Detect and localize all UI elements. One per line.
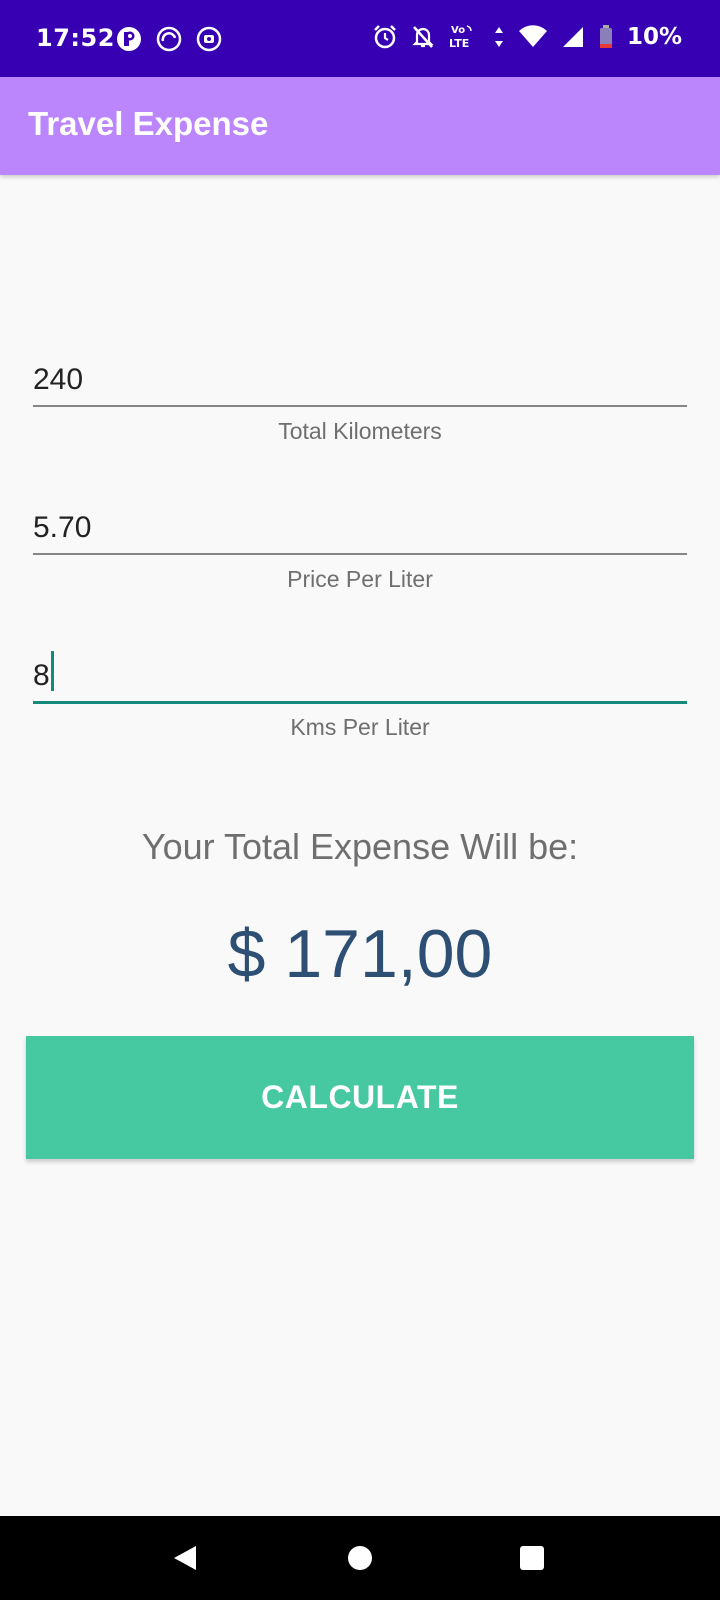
price-per-liter-field[interactable]: 5.70: [33, 503, 687, 555]
volte-label-top: Vo: [451, 25, 465, 36]
text-cursor: [50, 651, 54, 691]
battery-percent: 10%: [626, 24, 682, 50]
back-button[interactable]: [171, 1544, 199, 1572]
alarm-icon: [374, 25, 396, 49]
back-icon: [174, 1546, 196, 1570]
recents-icon: [520, 1546, 544, 1570]
sync-icon: [156, 26, 182, 52]
total-kilometers-field[interactable]: 240: [33, 355, 687, 407]
recents-button[interactable]: [518, 1544, 546, 1572]
navigation-bar: [0, 1516, 720, 1600]
volte-icon: Vo LTE: [449, 25, 472, 50]
wifi-icon: [518, 25, 547, 47]
kms-per-liter-input[interactable]: 8: [33, 651, 687, 704]
signal-icon: [562, 27, 583, 47]
status-time: 17:52: [36, 24, 115, 52]
battery-icon: [599, 25, 612, 48]
volte-label-bottom: LTE: [449, 37, 469, 50]
calculate-button[interactable]: CALCULATE: [26, 1036, 694, 1159]
bell-off-icon: [412, 26, 434, 48]
record-icon: [196, 26, 222, 52]
status-bar: 17:52 Vo LTE 10%: [0, 0, 720, 77]
kms-per-liter-field[interactable]: 8: [33, 651, 687, 704]
home-button[interactable]: [346, 1544, 374, 1572]
expense-heading: Your Total Expense Will be:: [141, 826, 579, 867]
app-bar: Travel Expense: [0, 77, 720, 175]
status-notification-icons: [116, 26, 222, 52]
expense-value: $ 171,00: [227, 916, 493, 992]
app-notification-icon: [117, 27, 141, 51]
total-kilometers-input[interactable]: 240: [33, 355, 687, 407]
total-kilometers-label: Total Kilometers: [278, 418, 442, 444]
price-per-liter-label: Price Per Liter: [287, 566, 433, 592]
kms-per-liter-label: Kms Per Liter: [290, 714, 430, 740]
home-icon: [348, 1546, 372, 1570]
status-system-icons: Vo LTE 10%: [373, 22, 682, 52]
kms-per-liter-value: 8: [33, 659, 50, 692]
data-arrows-icon: [494, 27, 503, 47]
price-per-liter-input[interactable]: 5.70: [33, 503, 687, 555]
app-title: Travel Expense: [28, 105, 269, 142]
